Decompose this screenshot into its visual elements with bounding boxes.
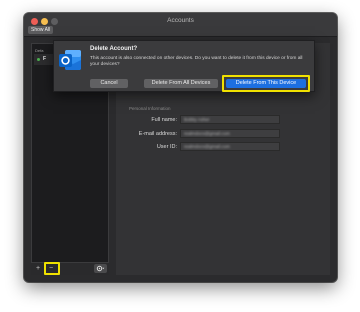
email-label: E-mail address: — [138, 131, 177, 137]
delete-from-all-devices-button[interactable]: Delete From All Devices — [144, 79, 218, 88]
user-id-field[interactable]: realmdocs@gmail.com — [180, 142, 280, 151]
full-name-value: Bobby Asher — [184, 117, 210, 122]
email-field[interactable]: realmdocs@gmail.com — [180, 129, 280, 138]
gear-icon — [96, 265, 105, 272]
dialog-title: Delete Account? — [90, 46, 138, 52]
title-bar: Accounts Show All — [24, 13, 337, 37]
user-id-label: User ID: — [156, 144, 177, 150]
status-dot — [37, 58, 40, 61]
account-settings-menu-button[interactable] — [94, 264, 107, 273]
account-name: F — [43, 56, 47, 62]
full-name-label: Full name: — [151, 117, 177, 123]
delete-this-device-highlight — [222, 75, 310, 92]
cancel-button[interactable]: Cancel — [90, 79, 128, 88]
email-value: realmdocs@gmail.com — [184, 131, 230, 136]
delete-account-dialog: Delete Account? This account is also con… — [53, 40, 315, 92]
window-title: Accounts — [167, 17, 194, 24]
add-account-button[interactable]: + — [33, 264, 43, 273]
section-label: Personal Information — [129, 106, 171, 111]
sidebar-toolbar: + − — [31, 262, 109, 275]
outlook-icon — [59, 50, 81, 70]
show-all-button[interactable]: Show All — [28, 26, 54, 34]
full-name-field[interactable]: Bobby Asher — [180, 115, 280, 124]
remove-button-highlight — [44, 262, 60, 275]
sidebar-header: Defa — [35, 48, 44, 53]
dialog-message: This account is also connected on other … — [90, 56, 303, 68]
user-id-value: realmdocs@gmail.com — [184, 144, 230, 149]
